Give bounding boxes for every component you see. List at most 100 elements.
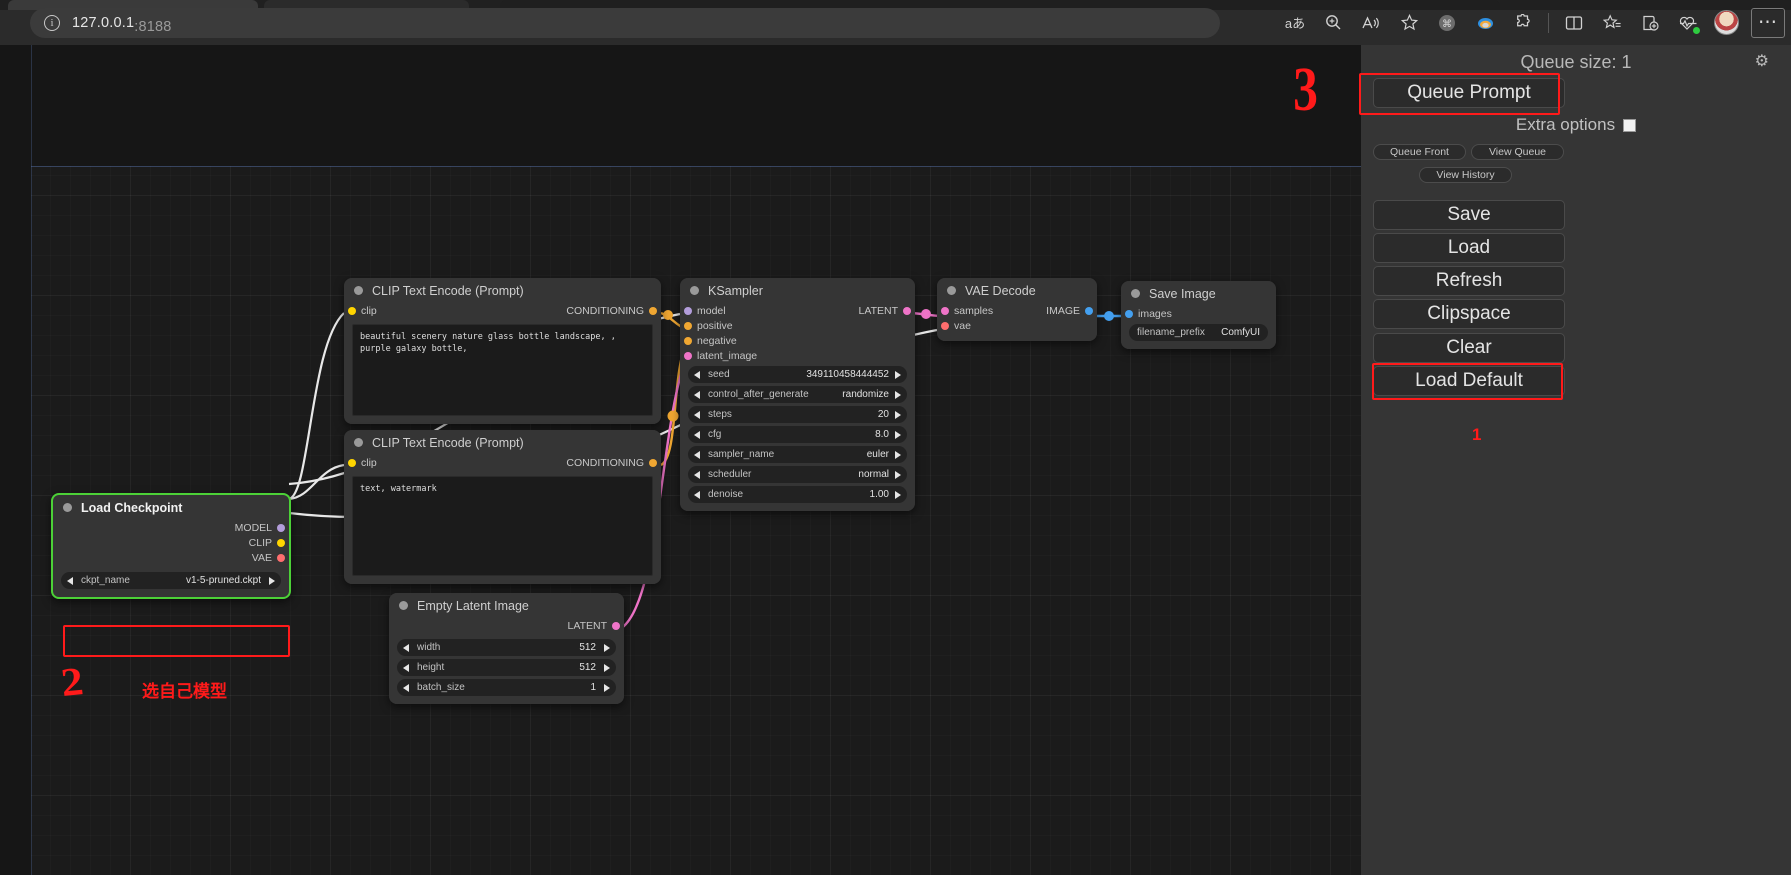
decrement-arrow-icon[interactable] <box>403 663 409 672</box>
favorites-list-icon[interactable] <box>1593 7 1631 39</box>
queue-prompt-button[interactable]: Queue Prompt <box>1373 78 1565 108</box>
widget-height[interactable]: height 512 <box>397 659 616 676</box>
node-collapse-dot[interactable] <box>947 286 956 295</box>
node-title-bar[interactable]: Empty Latent Image <box>389 593 624 618</box>
cloud-app-icon[interactable] <box>1466 7 1504 39</box>
node-vae-decode[interactable]: VAE Decode samples IMAGE vae <box>937 278 1097 341</box>
node-collapse-dot[interactable] <box>690 286 699 295</box>
increment-arrow-icon[interactable] <box>604 683 610 692</box>
port-conditioning-output[interactable] <box>649 306 657 315</box>
increment-arrow-icon[interactable] <box>895 470 901 479</box>
prompt-textarea-positive[interactable]: beautiful scenery nature glass bottle la… <box>352 324 653 416</box>
load-button[interactable]: Load <box>1373 233 1565 263</box>
node-title-bar[interactable]: CLIP Text Encode (Prompt) <box>344 278 661 303</box>
port-clip-output[interactable] <box>277 538 285 547</box>
node-empty-latent-image[interactable]: Empty Latent Image LATENT width 512 heig… <box>389 593 624 704</box>
favorite-star-icon[interactable] <box>1390 7 1428 39</box>
increment-arrow-icon[interactable] <box>604 643 610 652</box>
prompt-textarea-negative[interactable]: text, watermark <box>352 476 653 576</box>
node-title-bar[interactable]: KSampler <box>680 278 915 303</box>
decrement-arrow-icon[interactable] <box>694 370 700 379</box>
increment-arrow-icon[interactable] <box>895 390 901 399</box>
increment-arrow-icon[interactable] <box>895 450 901 459</box>
port-latent-output[interactable] <box>612 621 620 630</box>
decrement-arrow-icon[interactable] <box>694 410 700 419</box>
port-vae-output[interactable] <box>277 553 285 562</box>
site-info-icon[interactable]: i <box>44 15 60 31</box>
port-clip-input[interactable] <box>348 458 356 467</box>
node-collapse-dot[interactable] <box>354 438 363 447</box>
decrement-arrow-icon[interactable] <box>694 490 700 499</box>
node-title-bar[interactable]: Save Image <box>1121 281 1276 306</box>
port-conditioning-output[interactable] <box>649 458 657 467</box>
node-clip-text-encode-negative[interactable]: CLIP Text Encode (Prompt) clip CONDITION… <box>344 430 661 584</box>
port-samples-input[interactable] <box>941 306 949 315</box>
browser-essentials-icon[interactable] <box>1669 7 1707 39</box>
port-images-input[interactable] <box>1125 309 1133 318</box>
gear-icon[interactable]: ⚙ <box>1755 51 1769 71</box>
decrement-arrow-icon[interactable] <box>403 643 409 652</box>
widget-scheduler[interactable]: scheduler normal <box>688 466 907 483</box>
widget-cfg[interactable]: cfg 8.0 <box>688 426 907 443</box>
widget-control-after-generate[interactable]: control_after_generate randomize <box>688 386 907 403</box>
node-collapse-dot[interactable] <box>63 503 72 512</box>
increment-arrow-icon[interactable] <box>269 576 275 585</box>
port-latent-image-input[interactable] <box>684 351 692 360</box>
decrement-arrow-icon[interactable] <box>403 683 409 692</box>
widget-filename-prefix[interactable]: filename_prefix ComfyUI <box>1129 324 1268 341</box>
node-title-bar[interactable]: Load Checkpoint <box>53 495 289 520</box>
profile-avatar[interactable] <box>1707 7 1745 39</box>
node-collapse-dot[interactable] <box>1131 289 1140 298</box>
clipspace-button[interactable]: Clipspace <box>1373 299 1565 329</box>
split-screen-icon[interactable] <box>1555 7 1593 39</box>
extra-options-checkbox[interactable] <box>1623 118 1637 132</box>
widget-ckpt-name[interactable]: ckpt_name v1-5-pruned.ckpt <box>61 572 281 589</box>
port-negative-input[interactable] <box>684 336 692 345</box>
node-load-checkpoint[interactable]: Load Checkpoint MODEL CLIP VAE ckpt_name… <box>51 493 291 657</box>
collections-add-icon[interactable] <box>1631 7 1669 39</box>
widget-denoise[interactable]: denoise 1.00 <box>688 486 907 503</box>
widget-width[interactable]: width 512 <box>397 639 616 656</box>
port-positive-input[interactable] <box>684 321 692 330</box>
translate-icon[interactable]: aあ <box>1276 7 1314 39</box>
increment-arrow-icon[interactable] <box>604 663 610 672</box>
port-image-output[interactable] <box>1085 306 1093 315</box>
node-collapse-dot[interactable] <box>399 601 408 610</box>
zoom-icon[interactable] <box>1314 7 1352 39</box>
port-vae-input[interactable] <box>941 321 949 330</box>
port-model-input[interactable] <box>684 306 692 315</box>
increment-arrow-icon[interactable] <box>895 490 901 499</box>
widget-batch-size[interactable]: batch_size 1 <box>397 679 616 696</box>
command-icon[interactable]: ⌘ <box>1428 7 1466 39</box>
node-collapse-dot[interactable] <box>354 286 363 295</box>
widget-sampler-name[interactable]: sampler_name euler <box>688 446 907 463</box>
address-bar[interactable]: i 127.0.0.1:8188 <box>30 8 1220 38</box>
widget-steps[interactable]: steps 20 <box>688 406 907 423</box>
decrement-arrow-icon[interactable] <box>694 390 700 399</box>
extra-options-row[interactable]: Extra options <box>1361 113 1791 137</box>
decrement-arrow-icon[interactable] <box>694 430 700 439</box>
queue-front-button[interactable]: Queue Front <box>1373 144 1466 160</box>
decrement-arrow-icon[interactable] <box>694 450 700 459</box>
increment-arrow-icon[interactable] <box>895 430 901 439</box>
view-queue-button[interactable]: View Queue <box>1471 144 1564 160</box>
node-ksampler[interactable]: KSampler model LATENT positive negative … <box>680 278 915 511</box>
port-latent-output[interactable] <box>903 306 911 315</box>
widget-seed[interactable]: seed 349110458444452 <box>688 366 907 383</box>
read-aloud-icon[interactable] <box>1352 7 1390 39</box>
decrement-arrow-icon[interactable] <box>67 576 73 585</box>
port-model-output[interactable] <box>277 523 285 532</box>
load-default-button[interactable]: Load Default <box>1373 366 1565 396</box>
refresh-button[interactable]: Refresh <box>1373 266 1565 296</box>
node-title-bar[interactable]: VAE Decode <box>937 278 1097 303</box>
comfyui-graph-canvas[interactable]: CLIP Text Encode (Prompt) clip CONDITION… <box>0 45 1361 875</box>
clear-button[interactable]: Clear <box>1373 333 1565 363</box>
view-history-button[interactable]: View History <box>1419 167 1512 183</box>
port-clip-input[interactable] <box>348 306 356 315</box>
node-clip-text-encode-positive[interactable]: CLIP Text Encode (Prompt) clip CONDITION… <box>344 278 661 424</box>
increment-arrow-icon[interactable] <box>895 370 901 379</box>
extension-puzzle-icon[interactable] <box>1504 7 1542 39</box>
node-save-image[interactable]: Save Image images filename_prefix ComfyU… <box>1121 281 1276 349</box>
node-title-bar[interactable]: CLIP Text Encode (Prompt) <box>344 430 661 455</box>
settings-more-icon[interactable]: ⋯ <box>1751 7 1785 38</box>
